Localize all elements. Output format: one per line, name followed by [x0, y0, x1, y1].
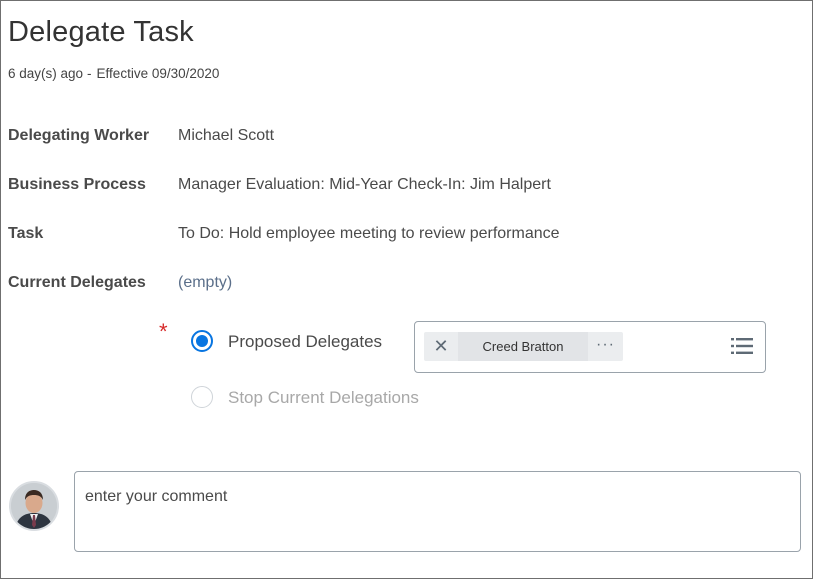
current-delegates-label: Current Delegates [8, 274, 146, 291]
delegate-pill-name[interactable]: Creed Bratton [458, 332, 588, 361]
delegating-worker-label: Delegating Worker [8, 127, 150, 144]
comment-input[interactable] [74, 471, 801, 552]
stop-current-delegations-label[interactable]: Stop Current Delegations [228, 388, 419, 408]
task-label: Task [8, 225, 44, 242]
required-indicator: * [159, 319, 168, 344]
delegating-worker-value[interactable]: Michael Scott [178, 127, 274, 145]
proposed-delegates-label[interactable]: Proposed Delegates [228, 332, 382, 352]
delegate-task-page: Delegate Task 6 day(s) ago - Effective 09/… [0, 0, 813, 579]
subtitle-separator: - [87, 66, 92, 81]
page-title: Delegate Task [8, 16, 194, 48]
stop-current-delegations-radio[interactable] [191, 386, 213, 408]
effective-date: Effective 09/30/2020 [96, 66, 220, 81]
business-process-label: Business Process [8, 176, 146, 193]
proposed-delegates-prompt[interactable]: ✕ Creed Bratton ··· [414, 321, 766, 373]
proposed-delegates-radio[interactable] [191, 330, 213, 352]
delegate-pill: ✕ Creed Bratton ··· [424, 332, 623, 361]
more-options-icon[interactable]: ··· [588, 332, 623, 361]
user-avatar [9, 481, 59, 531]
page-subtitle: 6 day(s) ago - Effective 09/30/2020 [8, 66, 219, 81]
list-icon[interactable] [731, 337, 753, 355]
task-age: 6 day(s) ago [8, 66, 84, 81]
task-value: To Do: Hold employee meeting to review p… [178, 225, 560, 242]
current-delegates-value: (empty) [178, 274, 233, 291]
close-icon[interactable]: ✕ [424, 332, 458, 361]
user-photo-icon [11, 483, 57, 529]
business-process-value[interactable]: Manager Evaluation: Mid-Year Check-In: J… [178, 176, 551, 194]
